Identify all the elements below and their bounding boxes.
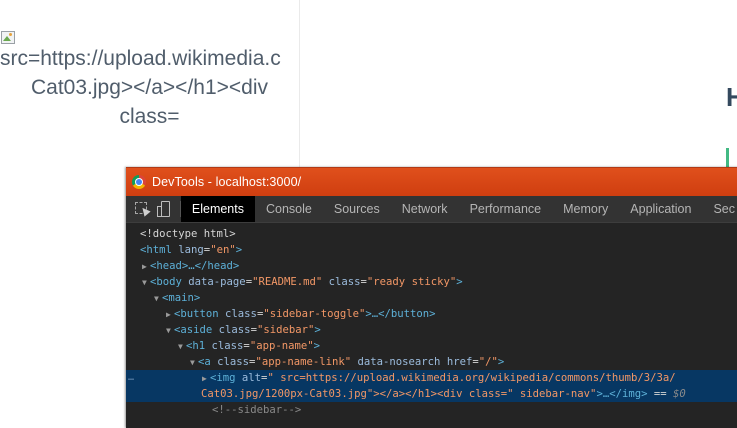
image-alt-text: src=https://upload.wikimedia.c Cat03.jpg…: [0, 44, 299, 131]
tab-memory[interactable]: Memory: [552, 196, 619, 222]
attr-name: class: [217, 356, 250, 368]
tab-elements[interactable]: Elements: [180, 196, 255, 222]
attr-value: "/": [478, 356, 498, 368]
content-accent-bar: [726, 148, 729, 168]
attr-value: "README.md": [252, 276, 323, 288]
tag-name: <button: [174, 308, 219, 320]
devtools-titlebar[interactable]: DevTools - localhost:3000/: [126, 168, 737, 196]
dom-node[interactable]: ▼ <body data-page="README.md" class="read…: [126, 274, 737, 290]
broken-image-icon: [0, 30, 16, 44]
content-heading: H: [726, 82, 737, 112]
window-title: DevTools - localhost:3000/: [152, 175, 302, 189]
attr-name: alt: [241, 372, 262, 384]
attr-name: class: [328, 276, 361, 288]
dom-node[interactable]: <!doctype html>: [126, 226, 737, 242]
tag-name: <html: [140, 244, 172, 256]
dom-node[interactable]: <html lang="en">: [126, 242, 737, 258]
attr-name: class: [225, 308, 257, 320]
selected-node-ref: $0: [672, 388, 686, 400]
node-menu-icon[interactable]: …: [128, 370, 134, 386]
attr-name: href: [446, 356, 473, 368]
tag-close: >: [235, 244, 243, 256]
tab-security[interactable]: Sec: [702, 196, 737, 222]
attr-value: "app-name-link": [255, 356, 352, 368]
dom-node[interactable]: ▼ <aside class="sidebar">: [126, 322, 737, 338]
alt-text-line: class=: [119, 105, 180, 128]
dom-node[interactable]: ▼ <a class="app-name-link" data-nosearch …: [126, 354, 737, 370]
tag-close: >…</img>: [596, 388, 648, 400]
chrome-icon: [132, 175, 146, 189]
tag-close: >: [456, 276, 463, 288]
attr-value: Cat03.jpg/1200px-Cat03.jpg"></a></h1><di…: [201, 388, 597, 400]
collapse-arrow-icon[interactable]: ▼: [178, 339, 186, 355]
tag-name: <main>: [162, 292, 201, 304]
html-comment: <!--sidebar-->: [212, 404, 302, 416]
alt-text-line: Cat03.jpg></a></h1><div: [30, 76, 269, 99]
alt-text-line: src=https://upload.wikimedia.c: [0, 47, 281, 70]
attr-name: data-page: [188, 276, 246, 288]
tag-name: <head>…</head>: [150, 260, 240, 272]
attr-value: "en": [210, 244, 236, 256]
tab-sources[interactable]: Sources: [323, 196, 391, 222]
tag-name: <h1: [186, 340, 206, 352]
tab-console[interactable]: Console: [255, 196, 323, 222]
attr-name: lang: [178, 244, 204, 256]
tab-network[interactable]: Network: [391, 196, 459, 222]
attr-name: class: [218, 324, 251, 336]
attr-value: " src=https://upload.wikimedia.org/wikip…: [267, 372, 676, 384]
device-toolbar-icon[interactable]: [156, 201, 170, 217]
devtools-tabbar: Elements Console Sources Network Perform…: [126, 196, 737, 223]
devtools-window: DevTools - localhost:3000/ Elements Cons…: [126, 167, 737, 428]
tab-application[interactable]: Application: [619, 196, 702, 222]
tag-close: >…</button>: [365, 308, 436, 320]
collapse-arrow-icon[interactable]: ▼: [166, 323, 174, 339]
expand-arrow-icon[interactable]: ▶: [166, 307, 174, 323]
tab-performance[interactable]: Performance: [459, 196, 553, 222]
tag-name: <aside: [174, 324, 213, 336]
tag-name: <img: [210, 372, 236, 384]
dom-node[interactable]: ▼ <main>: [126, 290, 737, 306]
collapse-arrow-icon[interactable]: ▼: [190, 355, 198, 371]
dom-node[interactable]: ▶ <head>…</head>: [126, 258, 737, 274]
tag-name: <a: [198, 356, 211, 368]
expand-arrow-icon[interactable]: ▶: [142, 259, 150, 275]
dom-node[interactable]: ▶ <button class="sidebar-toggle">…</butto…: [126, 306, 737, 322]
tag-name: <body: [150, 276, 182, 288]
dom-node[interactable]: ▼ <h1 class="app-name">: [126, 338, 737, 354]
doctype-text: <!doctype html>: [140, 228, 236, 240]
attr-name: data-nosearch: [357, 356, 441, 368]
collapse-arrow-icon[interactable]: ▼: [142, 275, 150, 291]
dom-node[interactable]: <!--sidebar-->: [126, 402, 737, 418]
tag-close: >: [313, 340, 320, 352]
tag-close: >: [497, 356, 505, 368]
attr-value: "sidebar-toggle": [263, 308, 366, 320]
equals-text: ==: [647, 388, 673, 400]
collapse-arrow-icon[interactable]: ▼: [154, 291, 162, 307]
dom-node-selected[interactable]: … ▶ <img alt=" src=https://upload.wikimed…: [126, 370, 737, 386]
attr-value: "ready sticky": [366, 276, 457, 288]
elements-panel: <!doctype html> <html lang="en"> ▶ <head>…: [126, 223, 737, 418]
inspect-element-icon[interactable]: [134, 201, 151, 217]
attr-value: "app-name": [249, 340, 314, 352]
tag-close: >: [314, 324, 321, 336]
attr-name: class: [211, 340, 244, 352]
attr-value: "sidebar": [256, 324, 315, 336]
dom-node-selected-continued[interactable]: Cat03.jpg/1200px-Cat03.jpg"></a></h1><di…: [126, 386, 737, 402]
expand-arrow-icon[interactable]: ▶: [202, 371, 210, 387]
